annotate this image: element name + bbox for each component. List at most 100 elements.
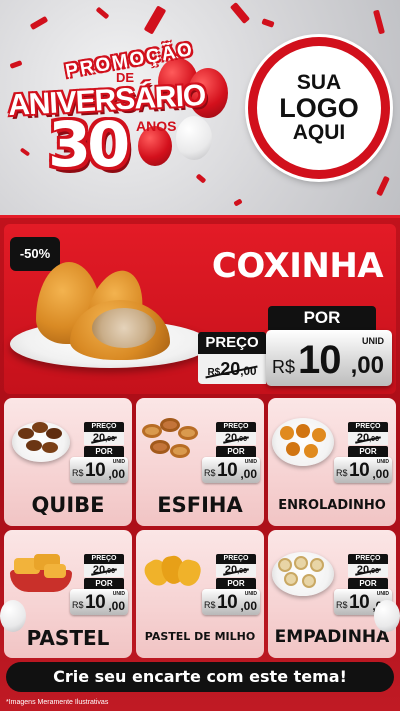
currency-label: R$ [204, 600, 216, 610]
esfiha-image [178, 426, 198, 440]
new-price-int: 10 [349, 460, 370, 481]
old-price: 20,00 [84, 432, 124, 445]
discount-badge: -50% [10, 237, 60, 271]
quibe-image [46, 428, 62, 439]
esfiha-image [170, 444, 190, 458]
old-price-int: 20 [224, 564, 238, 576]
currency-label: R$ [336, 468, 348, 478]
price-label: PREÇO [216, 422, 256, 432]
old-price-int: 20 [92, 432, 106, 444]
price-label: PREÇO [84, 554, 124, 564]
balloon-decoration [374, 600, 400, 632]
featured-old-price: R$20,00 [198, 354, 266, 384]
empadinha-image [302, 574, 316, 588]
price-label: PREÇO [348, 554, 388, 564]
price-label: PREÇO [84, 422, 124, 432]
old-price: 20,00 [216, 432, 256, 445]
new-price-dec: ,00 [108, 599, 125, 613]
currency-label: R$ [204, 468, 216, 478]
enroladinho-image [296, 424, 310, 438]
old-currency: R$ [207, 367, 221, 378]
logo-line: SUA [296, 70, 342, 94]
currency-label: R$ [72, 600, 84, 610]
currency-label: R$ [272, 357, 296, 377]
old-price-int: 20 [224, 432, 238, 444]
unit-label: UNID [244, 459, 257, 465]
confetti-decoration [233, 198, 243, 207]
product-name: ESFIHA [157, 493, 243, 517]
promo-years: ANOS [136, 118, 177, 134]
quibe-image [18, 428, 34, 439]
unit-label: UNID [362, 336, 384, 346]
new-price: R$ 10 UNID ,00 [202, 589, 260, 615]
product-card-enroladinho[interactable]: PREÇO 20,00 POR R$ 10 UNID ,00 ENROLADIN… [268, 398, 396, 526]
old-price: 20,00 [84, 564, 124, 577]
old-price-int: 20 [356, 432, 370, 444]
unit-label: UNID [112, 591, 125, 597]
esfiha-image [142, 424, 162, 438]
featured-price-label: PREÇO [198, 332, 266, 354]
new-price-int: 10 [85, 592, 106, 613]
esfiha-image [160, 418, 180, 432]
header-banner: PROMOÇÃO DE ANIVERSÁRIO 30 ANOS SUA LOGO… [0, 0, 400, 215]
cta-button[interactable]: Crie seu encarte com este tema! [6, 662, 394, 692]
product-name: ENROLADINHO [278, 498, 386, 513]
currency-label: R$ [72, 468, 84, 478]
por-label: POR [216, 578, 256, 589]
product-name: PASTEL DE MILHO [144, 630, 256, 643]
unit-label: UNID [112, 459, 125, 465]
enroladinho-image [280, 426, 294, 440]
price-label: PREÇO [216, 554, 256, 564]
old-price-int: 20 [92, 564, 106, 576]
por-label: POR [84, 578, 124, 589]
product-name: PASTEL [26, 626, 110, 650]
por-label: POR [216, 446, 256, 457]
old-price: 20,00 [216, 564, 256, 577]
enroladinho-image [304, 444, 318, 458]
old-price-dec: ,00 [237, 435, 248, 443]
old-price-dec: ,00 [105, 435, 116, 443]
new-price-int: 10 [85, 460, 106, 481]
new-price-dec: ,00 [240, 467, 257, 481]
logo-line: LOGO [279, 92, 359, 123]
product-name: EMPADINHA [274, 627, 390, 647]
product-card-quibe[interactable]: PREÇO 20,00 POR R$ 10 UNID ,00 QUIBE [4, 398, 132, 526]
new-price-dec: ,00 [372, 467, 389, 481]
confetti-decoration [229, 2, 251, 24]
product-card-pastel[interactable]: PREÇO 20,00 POR R$ 10 UNID ,00 PASTEL [4, 530, 132, 658]
promo-title: PROMOÇÃO DE ANIVERSÁRIO 30 ANOS [7, 39, 238, 190]
product-card-esfiha[interactable]: PREÇO 20,00 POR R$ 10 UNID ,00 ESFIHA [136, 398, 264, 526]
new-price: R$ 10 UNID ,00 [334, 457, 392, 483]
confetti-decoration [95, 6, 110, 20]
empadinha-image [284, 572, 298, 586]
old-price-dec: ,00 [105, 567, 116, 575]
old-price: 20,00 [348, 432, 388, 445]
new-price-dec: ,00 [108, 467, 125, 481]
old-price-dec: ,00 [237, 567, 248, 575]
new-price-dec: ,00 [350, 352, 384, 379]
logo-placeholder[interactable]: SUA LOGO AQUI [248, 37, 390, 179]
old-price-dec: ,00 [369, 567, 380, 575]
price-label: PREÇO [348, 422, 388, 432]
empadinha-image [278, 558, 292, 572]
disclaimer-text: *Imagens Meramente Ilustrativas [6, 699, 109, 706]
unit-label: UNID [376, 591, 389, 597]
confetti-decoration [29, 15, 49, 31]
product-card-empadinha[interactable]: PREÇO 20,00 POR R$ 10 UNID ,00 EMPADINHA [268, 530, 396, 658]
quibe-image [26, 440, 42, 451]
coxinha-filling-image [92, 308, 156, 348]
balloon-decoration [0, 600, 26, 632]
old-price-dec: ,00 [369, 435, 380, 443]
old-price: 20,00 [348, 564, 388, 577]
promo-number: 30 [48, 108, 130, 181]
featured-new-price: R$ 10 UNID ,00 [266, 330, 392, 386]
empadinha-image [310, 558, 324, 572]
por-label: POR [348, 446, 388, 457]
new-price: R$ 10 UNID ,00 [202, 457, 260, 483]
product-card-pastel-de-milho[interactable]: PREÇO 20,00 POR R$ 10 UNID ,00 PASTEL DE… [136, 530, 264, 658]
quibe-image [42, 442, 58, 453]
old-price-int: 20 [356, 564, 370, 576]
new-price: R$ 10 UNID ,00 [70, 589, 128, 615]
confetti-decoration [261, 18, 275, 28]
old-price-dec: ,00 [240, 365, 257, 378]
